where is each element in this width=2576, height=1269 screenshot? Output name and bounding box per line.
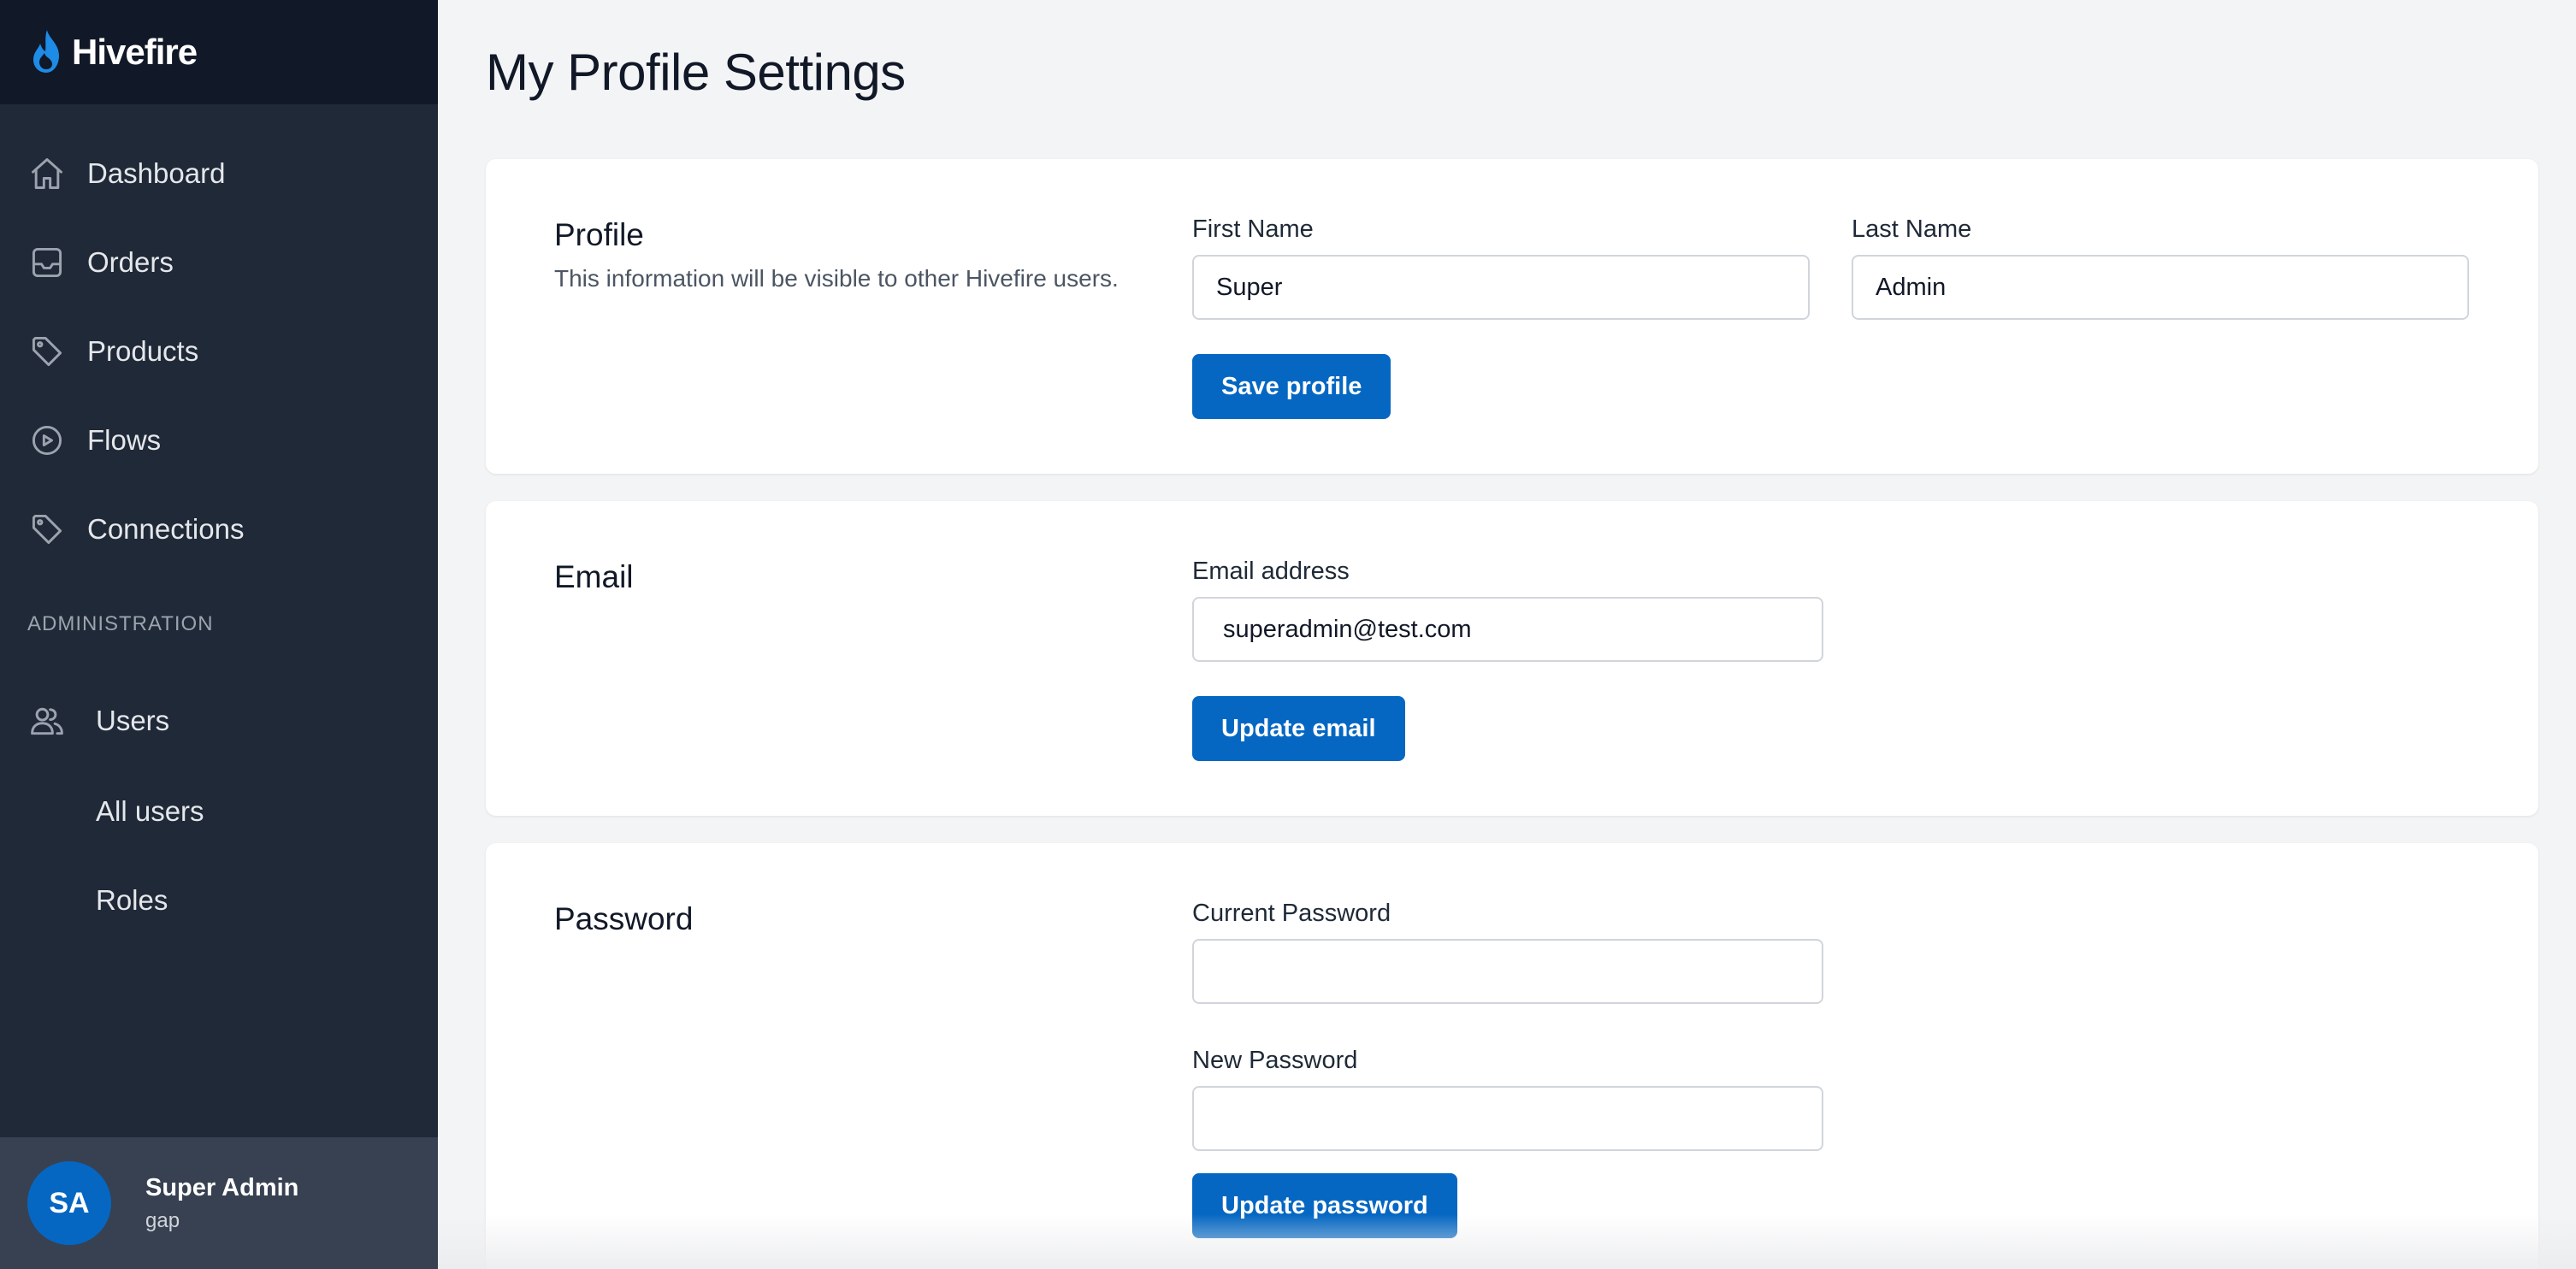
avatar: SA [27, 1161, 111, 1245]
email-card: Email Email address Update email [486, 501, 2538, 816]
sidebar-item-label: Dashboard [87, 157, 226, 189]
sidebar-item-label: Connections [87, 513, 245, 545]
sidebar-item-dashboard[interactable]: Dashboard [0, 135, 438, 212]
update-email-button[interactable]: Update email [1192, 696, 1405, 761]
brand-name: Hivefire [72, 32, 198, 72]
password-card: Password Current Password New Password U… [486, 843, 2538, 1269]
current-password-label: Current Password [1192, 900, 1391, 927]
last-name-field[interactable] [1852, 255, 2469, 320]
new-password-label: New Password [1192, 1047, 1358, 1074]
sidebar-item-products[interactable]: Products [0, 313, 438, 390]
sidebar-item-orders[interactable]: Orders [0, 224, 438, 301]
profile-card: Profile This information will be visible… [486, 159, 2538, 474]
page-title: My Profile Settings [486, 44, 906, 101]
play-circle-icon [27, 421, 67, 460]
new-password-field[interactable] [1192, 1086, 1823, 1151]
tag-icon [27, 332, 67, 371]
sidebar-item-label: Products [87, 335, 199, 367]
tag-icon [27, 510, 67, 549]
first-name-label: First Name [1192, 215, 1314, 243]
last-name-label: Last Name [1852, 215, 1972, 243]
users-icon [27, 701, 67, 741]
user-name: Super Admin [145, 1173, 299, 1201]
first-name-field[interactable] [1192, 255, 1810, 320]
flame-icon [33, 30, 59, 73]
home-icon [27, 154, 67, 193]
sidebar-item-flows[interactable]: Flows [0, 402, 438, 479]
sidebar-item-label: Orders [87, 246, 174, 278]
sidebar-subitem-all-users[interactable]: All users [96, 795, 204, 828]
email-section-title: Email [554, 559, 634, 594]
brand-header: Hivefire [0, 0, 438, 104]
sidebar: Hivefire Dashboard Orders Products Flows… [0, 0, 438, 1269]
administration-section-label: ADMINISTRATION [27, 612, 214, 635]
email-address-label: Email address [1192, 558, 1350, 585]
sidebar-subitem-roles[interactable]: Roles [96, 884, 168, 917]
sidebar-item-connections[interactable]: Connections [0, 491, 438, 568]
app-root: Hivefire Dashboard Orders Products Flows… [0, 0, 2576, 1269]
user-subtitle: gap [145, 1208, 180, 1232]
user-info: Super Admin gap [145, 1174, 298, 1233]
sidebar-item-users[interactable]: Users [0, 682, 438, 759]
sidebar-item-label: Users [96, 705, 170, 736]
update-password-button[interactable]: Update password [1192, 1173, 1457, 1238]
profile-section-description: This information will be visible to othe… [554, 265, 1119, 292]
email-field[interactable] [1192, 597, 1823, 662]
inbox-icon [27, 243, 67, 282]
profile-section-title: Profile [554, 217, 644, 252]
current-password-field[interactable] [1192, 939, 1823, 1004]
user-card[interactable]: SA Super Admin gap [0, 1137, 438, 1269]
password-section-title: Password [554, 901, 694, 936]
sidebar-item-label: Flows [87, 424, 162, 456]
save-profile-button[interactable]: Save profile [1192, 354, 1391, 419]
